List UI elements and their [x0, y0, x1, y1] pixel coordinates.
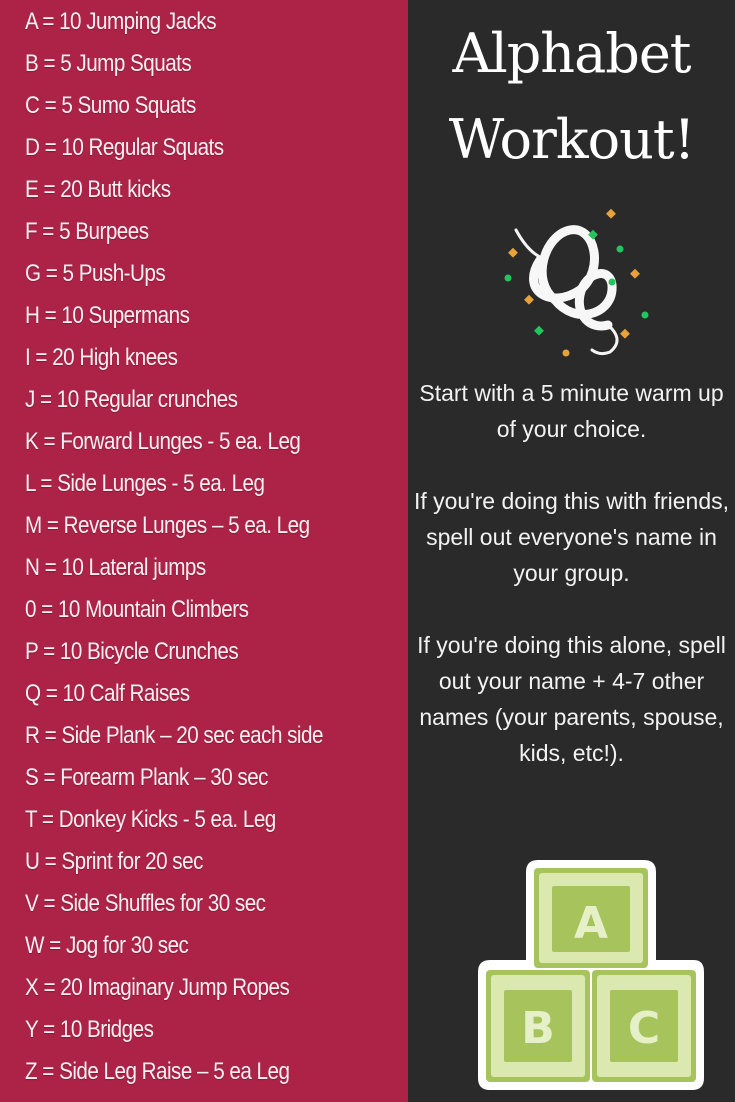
exercise-item-u: U = Sprint for 20 sec [25, 848, 203, 875]
exercise-item-d: D = 10 Regular Squats [25, 134, 224, 161]
exercise-item-j: J = 10 Regular crunches [25, 386, 238, 413]
exercise-item-f: F = 5 Burpees [25, 218, 149, 245]
block-b: B [486, 970, 590, 1082]
exercise-item-p: P = 10 Bicycle Crunches [25, 638, 239, 665]
streamer-tail-top [514, 228, 544, 260]
exercise-item-g: G = 5 Push-Ups [25, 260, 166, 287]
exercise-item-e: E = 20 Butt kicks [25, 176, 171, 203]
exercise-item-a: A = 10 Jumping Jacks [25, 8, 217, 35]
exercise-item-h: H = 10 Supermans [25, 302, 190, 329]
block-c-letter: C [628, 1003, 660, 1054]
exercise-item-x: X = 20 Imaginary Jump Ropes [25, 974, 290, 1001]
instruction-friends: If you're doing this with friends, spell… [413, 488, 730, 586]
title-line-2: Workout! [448, 108, 696, 171]
exercise-item-y: Y = 10 Bridges [25, 1016, 154, 1043]
confetti-piece [616, 245, 624, 253]
block-a-letter: A [574, 898, 608, 949]
confetti-piece [562, 349, 570, 357]
confetti-piece [524, 294, 534, 305]
abc-blocks-icon: A B C [478, 860, 704, 1090]
exercise-item-v: V = Side Shuffles for 30 sec [25, 890, 266, 917]
exercise-item-m: M = Reverse Lunges – 5 ea. Leg [25, 512, 310, 539]
exercise-item-i: I = 20 High knees [25, 344, 178, 371]
exercise-panel: A = 10 Jumping Jacks B = 5 Jump Squats C… [0, 0, 408, 1102]
confetti-piece [508, 247, 518, 258]
instruction-warmup: Start with a 5 minute warm up of your ch… [419, 380, 724, 442]
exercise-item-k: K = Forward Lunges - 5 ea. Leg [25, 428, 301, 455]
exercise-item-s: S = Forearm Plank – 30 sec [25, 764, 269, 791]
title-line-1: Alphabet [452, 22, 691, 85]
block-c: C [592, 970, 696, 1082]
confetti-streamer-icon [504, 208, 649, 357]
exercise-item-t: T = Donkey Kicks - 5 ea. Leg [25, 806, 276, 833]
confetti-piece [504, 274, 512, 282]
exercise-item-b: B = 5 Jump Squats [25, 50, 192, 77]
exercise-item-o: 0 = 10 Mountain Climbers [25, 596, 249, 623]
exercise-item-w: W = Jog for 30 sec [25, 932, 189, 959]
confetti-piece [630, 268, 640, 279]
exercise-item-r: R = Side Plank – 20 sec each side [25, 722, 323, 749]
block-b-letter: B [521, 1003, 555, 1054]
exercise-item-n: N = 10 Lateral jumps [25, 554, 206, 581]
exercise-item-c: C = 5 Sumo Squats [25, 92, 196, 119]
exercise-item-l: L = Side Lunges - 5 ea. Leg [25, 470, 265, 497]
instruction-alone: If you're doing this alone, spell out yo… [417, 632, 726, 766]
confetti-piece [608, 278, 616, 286]
exercise-item-z: Z = Side Leg Raise – 5 ea Leg [25, 1058, 290, 1085]
block-a: A [534, 868, 648, 968]
instructions: Start with a 5 minute warm up of your ch… [408, 375, 735, 807]
confetti-piece [534, 325, 544, 336]
confetti-piece [620, 328, 630, 339]
confetti-piece [606, 208, 616, 219]
exercise-item-q: Q = 10 Calf Raises [25, 680, 190, 707]
confetti-piece [641, 311, 649, 319]
